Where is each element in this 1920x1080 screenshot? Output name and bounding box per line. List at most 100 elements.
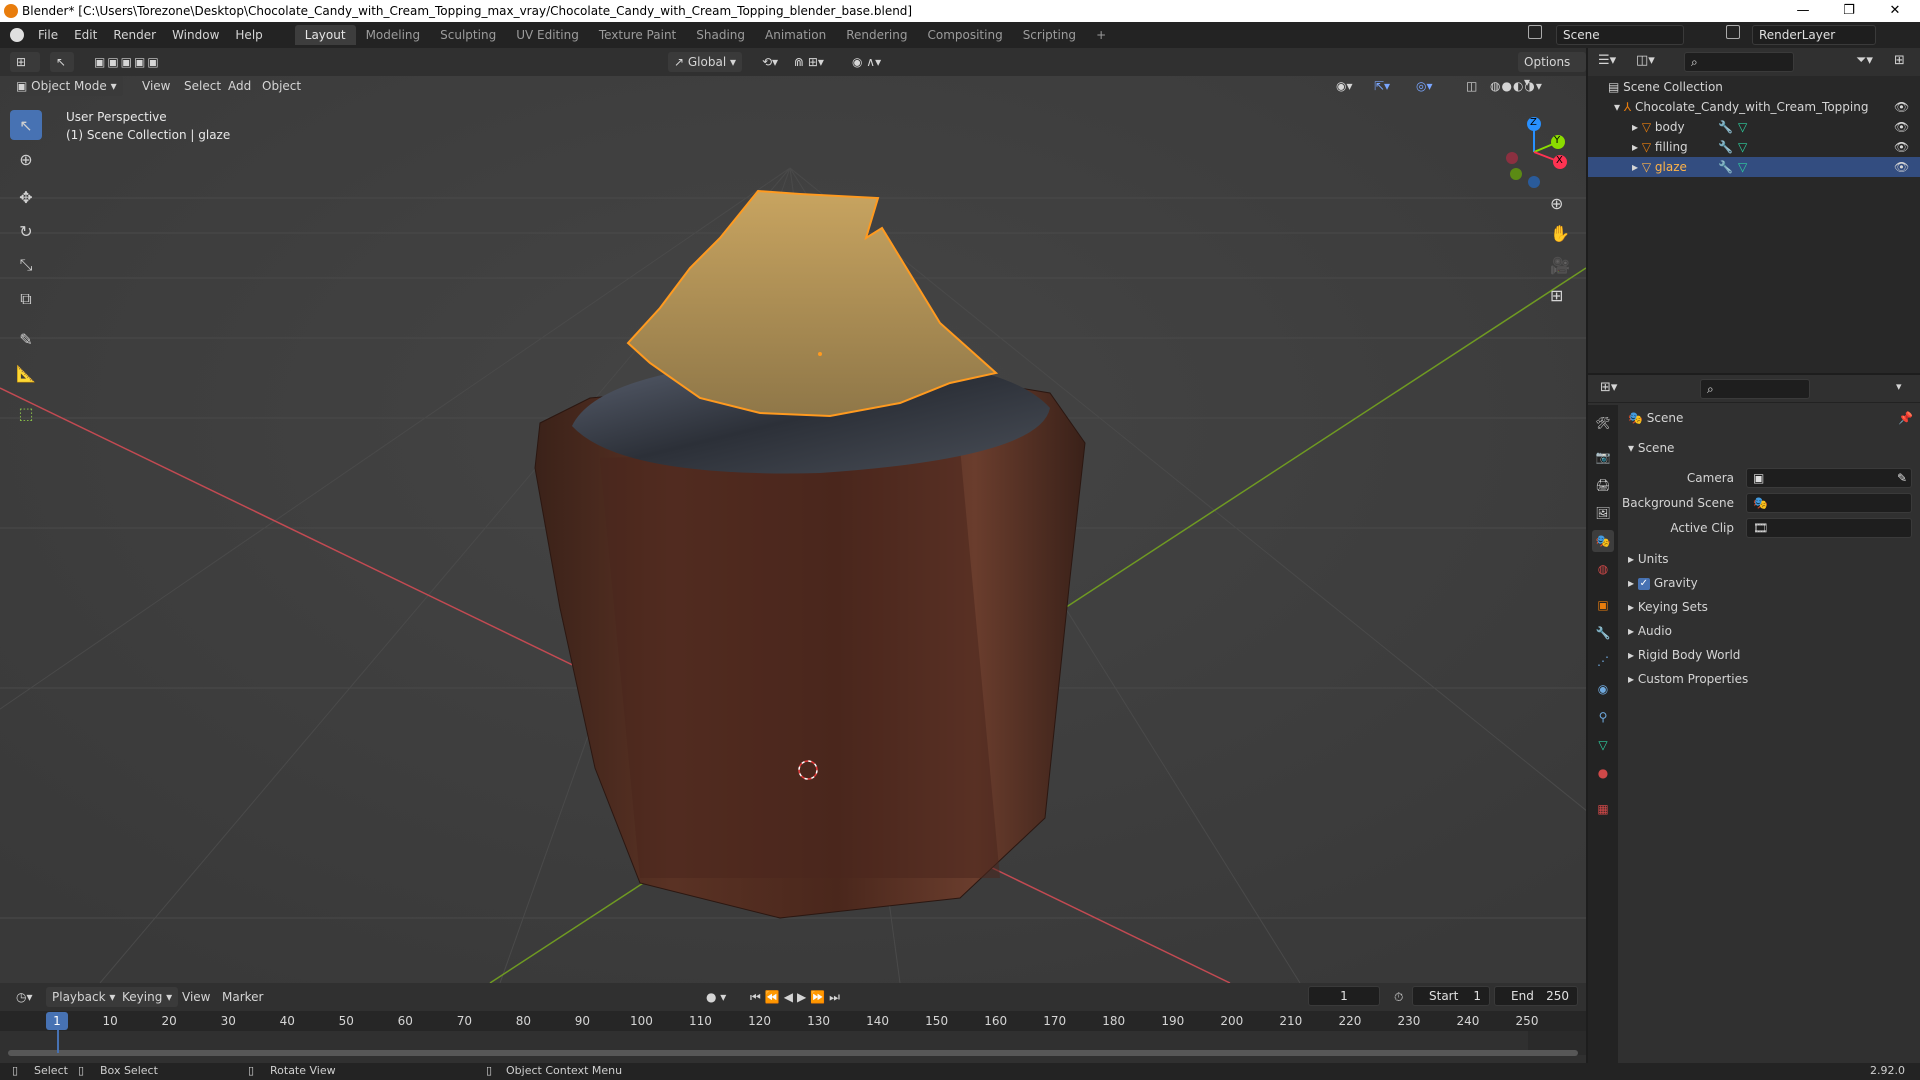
visibility-eye-icon[interactable]: 👁 xyxy=(1894,137,1909,157)
renderlayer-selector-icon[interactable] xyxy=(1726,25,1740,39)
pan-hand-icon[interactable]: ✋ xyxy=(1550,224,1570,243)
maximize-button[interactable]: ❐ xyxy=(1826,0,1872,22)
playback-controls-icons[interactable]: ⏮⏪◀▶⏩⏭ xyxy=(744,987,850,1007)
camera-field[interactable]: ▣ ✎ xyxy=(1746,468,1912,488)
tab-layout[interactable]: Layout xyxy=(294,25,356,45)
menu-render[interactable]: Render xyxy=(105,22,164,48)
tab-scripting[interactable]: Scripting xyxy=(1013,25,1086,45)
move-tool-icon[interactable]: ✥ xyxy=(10,182,42,212)
tab-modeling[interactable]: Modeling xyxy=(356,25,431,45)
3d-viewport[interactable]: ⊞ ↖ ▣▣▣▣▣ ↗ Global ▾ ⟲▾ ⋒ ⊞▾ ◉ ∧▾ Option… xyxy=(0,48,1586,983)
modifier-wrench-icon[interactable]: 🔧 xyxy=(1718,137,1733,157)
particles-tab-icon[interactable]: ⋰ xyxy=(1592,650,1614,672)
camera-view-icon[interactable]: 🎥 xyxy=(1550,256,1570,275)
menu-playback[interactable]: Playback ▾ xyxy=(46,987,122,1007)
mesh-data-icon[interactable]: ▽ xyxy=(1738,137,1747,157)
expand-arrow-icon[interactable]: ▸ xyxy=(1632,140,1642,154)
constraints-tab-icon[interactable]: ⚲ xyxy=(1592,706,1614,728)
audio-panel-header[interactable]: ▸ Audio xyxy=(1620,620,1920,642)
modifier-wrench-icon[interactable]: 🔧 xyxy=(1718,117,1733,137)
minimize-button[interactable]: — xyxy=(1780,0,1826,22)
tab-uv-editing[interactable]: UV Editing xyxy=(506,25,589,45)
renderlayer-field[interactable]: RenderLayer xyxy=(1752,25,1876,45)
select-box-tool-icon[interactable]: ↖ xyxy=(10,110,42,140)
modifiers-tab-icon[interactable]: 🔧 xyxy=(1592,622,1614,644)
menu-timeline-view[interactable]: View xyxy=(176,987,216,1007)
cursor-tool-icon[interactable]: ⊕ xyxy=(10,144,42,174)
rotate-tool-icon[interactable]: ↻ xyxy=(10,216,42,246)
preview-range-icon[interactable]: ⏱ xyxy=(1388,987,1409,1007)
visibility-eye-icon[interactable]: 👁 xyxy=(1894,157,1909,177)
close-button[interactable]: ✕ xyxy=(1872,0,1918,22)
eyedropper-icon[interactable]: ✎ xyxy=(1897,469,1907,487)
record-icon[interactable]: ● ▾ xyxy=(700,987,732,1007)
proportional-edit-icon[interactable]: ◉ ∧▾ xyxy=(846,52,887,72)
current-frame-field[interactable]: 1 xyxy=(1308,986,1380,1006)
selection-mode-icons[interactable]: ▣▣▣▣▣ xyxy=(88,52,184,72)
navigation-gizmo[interactable]: Z Y X xyxy=(1496,112,1572,188)
gizmo-toggle-icon[interactable]: ⇱▾ xyxy=(1368,76,1396,96)
menu-add[interactable]: Add xyxy=(222,76,257,96)
mode-dropdown[interactable]: ▣ Object Mode ▾ xyxy=(10,76,123,96)
start-frame-field[interactable]: Start 1 xyxy=(1412,986,1490,1006)
annotate-tool-icon[interactable]: ✎ xyxy=(10,324,42,354)
filter-icon[interactable]: ⏷▾ xyxy=(1856,53,1873,68)
mesh-data-icon[interactable]: ▽ xyxy=(1738,157,1747,177)
mesh-data-icon[interactable]: ▽ xyxy=(1738,117,1747,137)
menu-object[interactable]: Object xyxy=(256,76,307,96)
blender-menu-icon[interactable] xyxy=(10,28,24,42)
object-tab-icon[interactable]: ▣ xyxy=(1592,594,1614,616)
texture-tab-icon[interactable]: ▦ xyxy=(1592,798,1614,820)
outliner-search-input[interactable]: ⌕ xyxy=(1684,52,1794,72)
visibility-eye-icon[interactable]: 👁 xyxy=(1894,97,1909,117)
modifier-wrench-icon[interactable]: 🔧 xyxy=(1718,157,1733,177)
outliner-editor-icon[interactable]: ☰▾ xyxy=(1598,53,1616,68)
outliner-row-scene-collection[interactable]: ▤ Scene Collection xyxy=(1588,77,1920,97)
transform-orientation-dropdown[interactable]: ↗ Global ▾ xyxy=(668,52,742,72)
zoom-icon[interactable]: ⊕ xyxy=(1550,194,1563,213)
add-workspace-button[interactable]: + xyxy=(1086,25,1116,45)
menu-edit[interactable]: Edit xyxy=(66,22,105,48)
scene-panel-header[interactable]: ▾ Scene xyxy=(1620,437,1920,459)
output-tab-icon[interactable]: 🖨 xyxy=(1592,474,1614,496)
editor-type-icon[interactable]: ⊞ xyxy=(10,52,40,72)
properties-search-input[interactable]: ⌕ xyxy=(1700,379,1810,399)
pin-icon[interactable]: 📌 xyxy=(1898,407,1913,429)
tab-sculpting[interactable]: Sculpting xyxy=(430,25,506,45)
tool-tab-icon[interactable]: 🛠 xyxy=(1592,412,1614,434)
outliner-row-filling[interactable]: ▸ ▽ filling 🔧 ▽ 👁 xyxy=(1588,137,1920,157)
expand-arrow-icon[interactable]: ▸ xyxy=(1632,120,1642,134)
expand-arrow-icon[interactable]: ▸ xyxy=(1632,160,1642,174)
keying-sets-panel-header[interactable]: ▸ Keying Sets xyxy=(1620,596,1920,618)
select-tool-icon[interactable]: ↖ xyxy=(50,52,74,72)
scale-tool-icon[interactable]: ⤡ xyxy=(10,250,42,280)
scene-tab-icon[interactable]: 🎭 xyxy=(1592,530,1614,552)
menu-help[interactable]: Help xyxy=(227,22,270,48)
new-collection-icon[interactable]: ⊞ xyxy=(1894,53,1905,68)
measure-tool-icon[interactable]: 📐 xyxy=(10,358,42,388)
tab-shading[interactable]: Shading xyxy=(686,25,755,45)
expand-arrow-icon[interactable]: ▾ xyxy=(1614,100,1624,114)
transform-tool-icon[interactable]: ⧉ xyxy=(10,284,42,314)
visibility-eye-icon[interactable]: 👁 xyxy=(1894,117,1909,137)
render-tab-icon[interactable]: 📷 xyxy=(1592,446,1614,468)
snap-icon[interactable]: ⋒ ⊞▾ xyxy=(788,52,830,72)
outliner-row-collection[interactable]: ▾ ⅄ Chocolate_Candy_with_Cream_Topping 👁 xyxy=(1588,97,1920,117)
timeline-scrollbar[interactable] xyxy=(8,1050,1578,1056)
gravity-panel-header[interactable]: ▸ ✓ Gravity xyxy=(1620,572,1920,594)
active-clip-field[interactable]: 🎞 xyxy=(1746,518,1912,538)
pivot-point-icon[interactable]: ⟲▾ xyxy=(756,52,784,72)
outliner-row-glaze[interactable]: ▸ ▽ glaze 🔧 ▽ 👁 xyxy=(1588,157,1920,177)
shading-modes-icons[interactable]: ◍●◐◑▾ xyxy=(1484,76,1549,96)
outliner-row-body[interactable]: ▸ ▽ body 🔧 ▽ 👁 xyxy=(1588,117,1920,137)
world-tab-icon[interactable]: ◍ xyxy=(1592,558,1614,580)
xray-icon[interactable]: ◫ xyxy=(1460,76,1483,96)
menu-marker[interactable]: Marker xyxy=(216,987,269,1007)
custom-properties-panel-header[interactable]: ▸ Custom Properties xyxy=(1620,668,1920,690)
scene-field[interactable]: Scene xyxy=(1556,25,1684,45)
overlays-icon[interactable]: ◎▾ xyxy=(1410,76,1439,96)
menu-keying[interactable]: Keying ▾ xyxy=(116,987,179,1007)
end-frame-field[interactable]: End 250 xyxy=(1494,986,1578,1006)
timeline-editor-icon[interactable]: ◷▾ xyxy=(10,987,39,1007)
tab-texture-paint[interactable]: Texture Paint xyxy=(589,25,686,45)
